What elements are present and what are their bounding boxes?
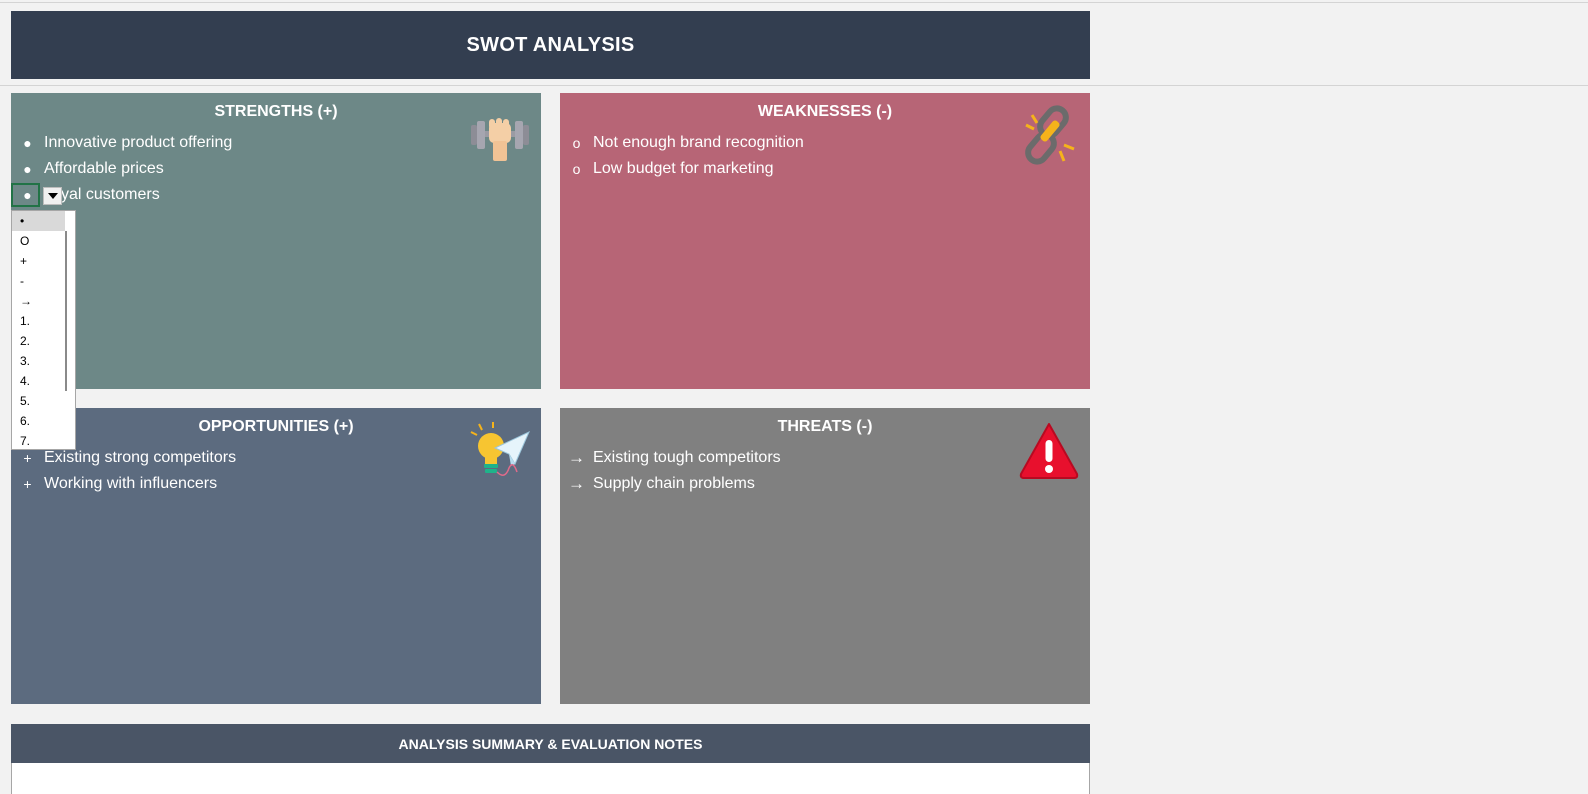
row-gridline	[0, 85, 1588, 86]
dropdown-list[interactable]: • O + - → 1. 2. 3. 4. 5. 6. 7.	[11, 210, 76, 450]
dropdown-option[interactable]: 5.	[12, 391, 65, 411]
threats-item-text: Supply chain problems	[593, 475, 755, 492]
threats-item[interactable]: → Existing tough competitors	[560, 446, 781, 470]
dropdown-option[interactable]: •	[12, 211, 65, 231]
threats-quadrant[interactable]: THREATS (-) → Existing tough competitors…	[560, 408, 1090, 704]
weaknesses-heading: WEAKNESSES (-)	[757, 103, 893, 120]
strengths-item-text: Affordable prices	[44, 160, 164, 177]
bullet-marker: +	[23, 476, 32, 492]
dropdown-option[interactable]: -	[12, 271, 65, 291]
bullet-marker: ●	[23, 135, 32, 151]
strengths-heading: STRENGTHS (+)	[214, 103, 338, 120]
dropdown-option[interactable]: 3.	[12, 351, 65, 371]
strengths-item[interactable]: ● Affordable prices	[11, 157, 164, 181]
lightbulb-paper-plane-icon	[470, 422, 530, 476]
opportunities-item[interactable]: + Working with influencers	[11, 472, 217, 496]
arrow-marker: →	[568, 474, 585, 493]
weaknesses-item[interactable]: o Low budget for marketing	[560, 157, 774, 181]
threats-heading: THREATS (-)	[777, 418, 873, 435]
strengths-item-text: Innovative product offering	[44, 134, 233, 151]
dropdown-option[interactable]: O	[12, 231, 65, 251]
bullet-marker: o	[572, 161, 581, 177]
opportunities-quadrant[interactable]: OPPORTUNITIES (+) + Existing strong comp…	[11, 408, 541, 704]
threats-item-text: Existing tough competitors	[593, 449, 781, 466]
dropdown-option[interactable]: 1.	[12, 311, 65, 331]
dropdown-option[interactable]: 6.	[12, 411, 65, 431]
dropdown-option[interactable]: 7.	[12, 431, 65, 449]
selected-cell[interactable]	[11, 183, 40, 207]
bullet-marker: ●	[23, 161, 32, 177]
dropdown-option[interactable]: →	[12, 291, 65, 311]
summary-heading: ANALYSIS SUMMARY & EVALUATION NOTES	[11, 724, 1090, 763]
dropdown-option[interactable]: 4.	[12, 371, 65, 391]
strengths-item[interactable]: ● Innovative product offering	[11, 131, 232, 155]
opportunities-heading: OPPORTUNITIES (+)	[198, 418, 354, 435]
opportunities-item-text: Existing strong competitors	[44, 449, 237, 466]
bullet-marker: o	[572, 135, 581, 151]
weaknesses-quadrant[interactable]: WEAKNESSES (-) o Not enough brand recogn…	[560, 93, 1090, 389]
opportunities-item-text: Working with influencers	[44, 475, 218, 492]
warning-triangle-icon	[1019, 423, 1079, 479]
dropdown-option[interactable]: 2.	[12, 331, 65, 351]
broken-chain-icon	[1025, 105, 1075, 165]
threats-item[interactable]: → Supply chain problems	[560, 472, 755, 496]
dropdown-option[interactable]: +	[12, 251, 65, 271]
arrow-marker: →	[568, 448, 585, 467]
dumbbell-fist-icon	[471, 118, 529, 161]
page-title: SWOT ANALYSIS	[11, 11, 1090, 79]
dropdown-button[interactable]	[43, 187, 62, 205]
weaknesses-item-text: Low budget for marketing	[593, 160, 774, 177]
dropdown-arrow-icon	[47, 193, 58, 199]
weaknesses-item[interactable]: o Not enough brand recognition	[560, 131, 804, 155]
summary-notes-area[interactable]	[11, 763, 1090, 794]
bullet-marker: +	[23, 450, 32, 466]
top-border-line	[0, 2, 1588, 3]
weaknesses-item-text: Not enough brand recognition	[593, 134, 804, 151]
strengths-quadrant[interactable]: STRENGTHS (+) ● Innovative product offer…	[11, 93, 541, 389]
dropdown-scrollbar[interactable]	[65, 231, 67, 391]
